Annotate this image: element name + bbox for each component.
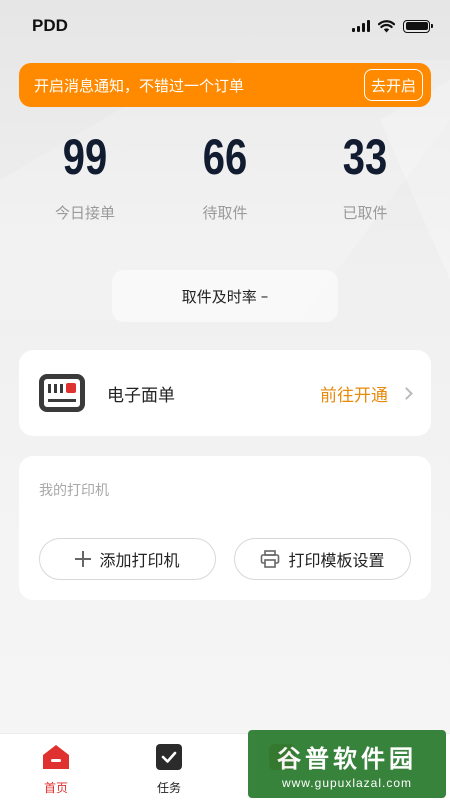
- printer-section-title: 我的打印机: [39, 483, 109, 499]
- enable-notification-button[interactable]: 去开启: [363, 69, 423, 101]
- order-stats: 99 今日接单 66 待取件 33 已取件: [0, 126, 450, 236]
- tab-task[interactable]: 任务: [129, 744, 209, 796]
- home-icon: [43, 745, 69, 769]
- stat-today-orders[interactable]: 99 今日接单: [20, 126, 150, 223]
- stat-label: 今日接单: [54, 204, 115, 222]
- waybill-printer-icon: [39, 374, 85, 412]
- carrier-name: PDD: [32, 16, 68, 35]
- tab-label: 任务: [156, 781, 181, 795]
- status-bar: PDD: [0, 0, 450, 52]
- stat-value: 99: [62, 129, 108, 185]
- add-printer-button[interactable]: 添加打印机: [39, 538, 216, 580]
- stat-value: 33: [342, 129, 388, 185]
- pickup-rate-label: 取件及时率: [181, 287, 257, 306]
- stat-picked-up[interactable]: 33 已取件: [300, 126, 430, 223]
- stat-pending-pickup[interactable]: 66 待取件: [160, 126, 290, 223]
- status-icons: [352, 19, 433, 33]
- chevron-right-icon: [400, 386, 413, 400]
- tab-profile[interactable]: [242, 744, 322, 779]
- notification-banner: 开启消息通知，不错过一个订单 去开启: [19, 63, 431, 107]
- print-template-settings-button[interactable]: 打印模板设置: [234, 538, 411, 580]
- tab-label: 首页: [43, 781, 68, 795]
- printer-icon: [261, 550, 280, 568]
- e-waybill-card[interactable]: 电子面单 前往开通: [19, 350, 431, 436]
- waybill-title: 电子面单: [107, 385, 175, 406]
- notification-text: 开启消息通知，不错过一个订单: [34, 76, 245, 95]
- bottom-tab-bar: 首页 任务: [0, 733, 450, 800]
- pickup-rate-value: –: [260, 287, 269, 305]
- profile-icon: [269, 744, 295, 770]
- add-printer-label: 添加打印机: [99, 553, 180, 570]
- activate-waybill-link[interactable]: 前往开通: [320, 381, 388, 406]
- stat-value: 66: [202, 129, 248, 185]
- pickup-rate-indicator: 取件及时率 –: [112, 270, 338, 322]
- task-check-icon: [156, 744, 182, 770]
- print-template-label: 打印模板设置: [288, 553, 385, 570]
- wifi-icon: [378, 19, 395, 32]
- plus-icon: [75, 551, 92, 567]
- tab-home[interactable]: 首页: [16, 744, 96, 796]
- battery-icon: [403, 19, 433, 33]
- printer-card: 我的打印机 添加打印机 打印模板设置: [19, 456, 431, 600]
- signal-icon: [352, 20, 370, 32]
- stat-label: 已取件: [342, 204, 388, 222]
- stat-label: 待取件: [202, 204, 248, 222]
